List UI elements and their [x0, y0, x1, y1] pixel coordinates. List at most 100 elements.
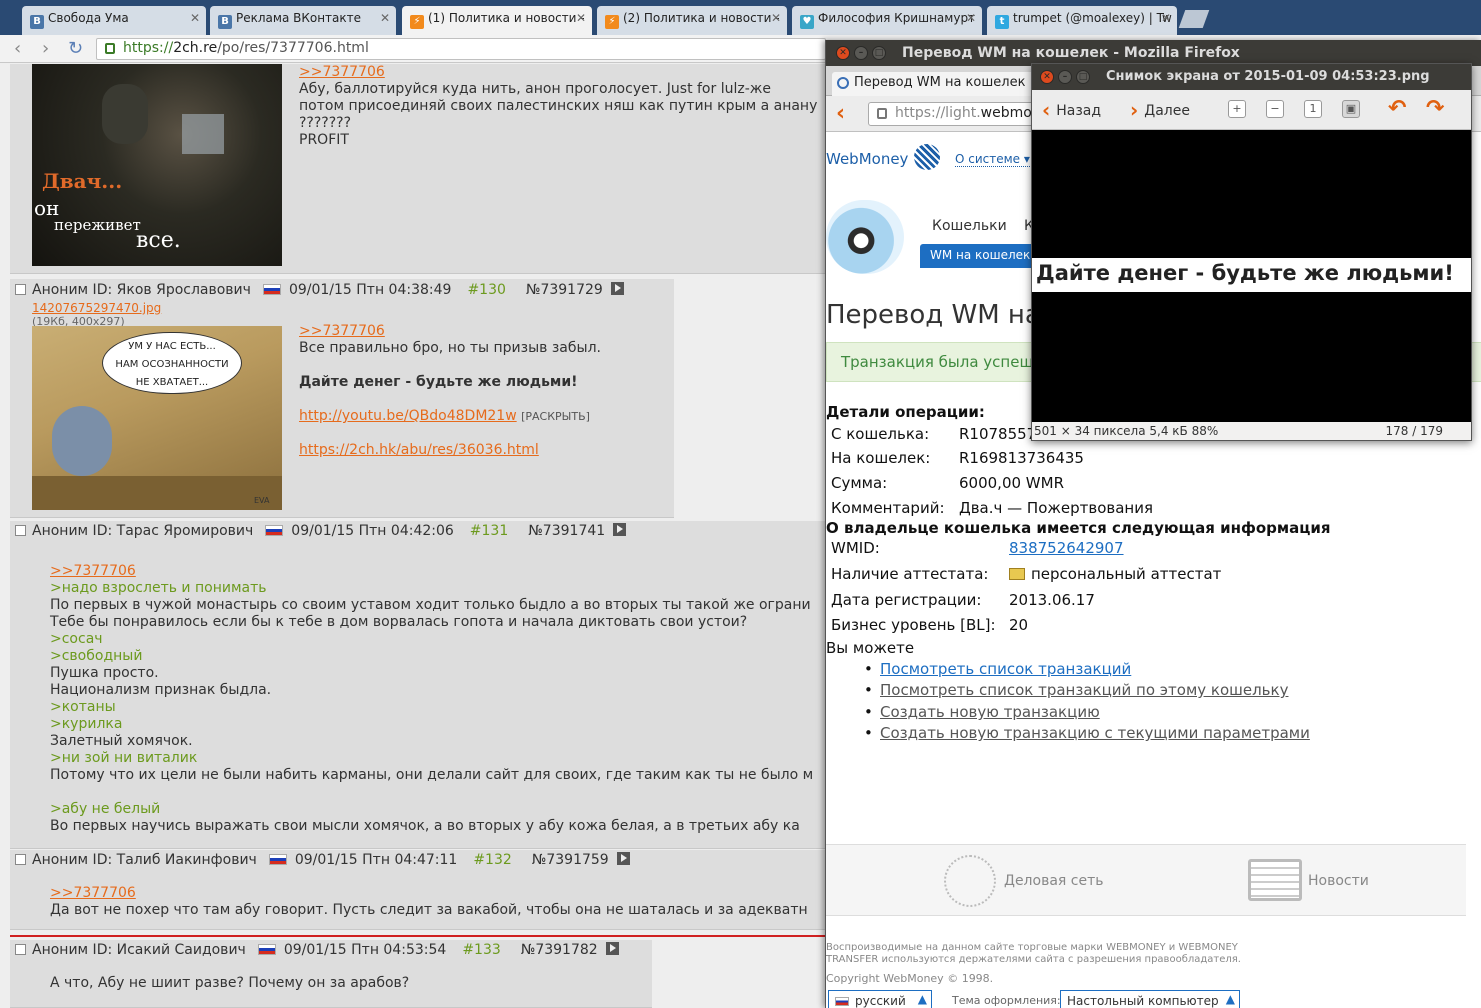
rotate-left-icon[interactable]: ↶	[1388, 96, 1406, 121]
page-title: Перевод WM на	[826, 300, 1041, 330]
tab-close-icon[interactable]: ✕	[576, 11, 586, 25]
post-header: Аноним ID: Талиб Иакинфович 09/01/15 Птн …	[15, 852, 630, 872]
post-select-checkbox[interactable]	[15, 284, 26, 295]
play-icon[interactable]	[605, 942, 619, 955]
chevron-right-icon: ›	[1130, 98, 1139, 122]
reply-link[interactable]: >>7377706	[50, 885, 136, 901]
forward-icon[interactable]: ›	[42, 38, 49, 59]
post-id[interactable]: №7391759	[532, 852, 609, 868]
theme-select[interactable]: Настольный компьютер ▲	[1060, 990, 1240, 1008]
firefox-back-icon[interactable]: ‹	[836, 101, 845, 126]
zoom-out-icon[interactable]: −	[1266, 100, 1284, 118]
thumb-caption: Двач...	[42, 169, 123, 193]
play-icon[interactable]	[613, 523, 627, 536]
post-number[interactable]: #131	[470, 523, 508, 539]
tab-svoboda-uma[interactable]: B Свобода Ума ✕	[22, 6, 206, 35]
greentext-line: >свободный	[50, 648, 143, 664]
file-name-link[interactable]: 14207675297470.jpg	[32, 301, 161, 315]
window-close-icon[interactable]: ✕	[1040, 70, 1054, 84]
post-133: Аноним ID: Исакий Саидович 09/01/15 Птн 0…	[10, 940, 652, 1008]
rotate-right-icon[interactable]: ↷	[1426, 96, 1444, 121]
post-id[interactable]: №7391741	[528, 523, 605, 539]
post-number[interactable]: #130	[467, 282, 505, 298]
russia-flag-icon	[265, 525, 284, 536]
vk-icon: B	[30, 15, 44, 29]
webmoney-logo[interactable]: WebMoney	[826, 150, 908, 168]
normal-size-icon[interactable]: 1	[1304, 100, 1322, 118]
language-select[interactable]: русский ▲	[828, 990, 932, 1008]
reload-icon[interactable]: ↻	[68, 38, 83, 59]
file-info: 14207675297470.jpg (19Кб, 400x297)	[32, 301, 161, 328]
post-image-thumbnail[interactable]: Двач... он переживет все.	[32, 64, 282, 266]
post-id[interactable]: №7391782	[521, 942, 598, 958]
back-icon[interactable]: ‹	[14, 38, 21, 59]
post-image-thumbnail[interactable]: УМ У НАС ЕСТЬ... НАМ ОСОЗНАННОСТИ НЕ ХВА…	[32, 326, 282, 510]
image-viewer-window: ✕ – □ Снимок экрана от 2015-01-09 04:53:…	[1031, 63, 1472, 441]
post-id[interactable]: №7391729	[526, 282, 603, 298]
reply-link[interactable]: >>7377706	[50, 563, 136, 579]
viewer-back-button[interactable]: ‹ Назад	[1042, 98, 1101, 122]
viewer-titlebar: ✕ – □ Снимок экрана от 2015-01-09 04:53:…	[1032, 64, 1471, 90]
owner-info-title: О владельце кошелька имеется следующая и…	[826, 519, 1331, 537]
tab-close-icon[interactable]: ✕	[190, 11, 200, 25]
tab-reklama-vk[interactable]: B Реклама ВКонтакте ✕	[210, 6, 396, 35]
post-number[interactable]: #132	[473, 852, 511, 868]
firefox-tab[interactable]: Перевод WM на кошелек	[832, 72, 1042, 96]
heart-icon: ♥	[800, 15, 814, 29]
tab-politika-1[interactable]: ⚡ (1) Политика и новости - ✕	[402, 6, 592, 35]
details-title: Детали операции:	[826, 403, 985, 421]
tab-close-icon[interactable]: ✕	[380, 11, 390, 25]
window-minimize-icon[interactable]: –	[1058, 70, 1072, 84]
abu-thread-link[interactable]: https://2ch.hk/abu/res/36036.html	[299, 442, 539, 458]
about-system-menu[interactable]: О системе ▾	[955, 152, 1030, 167]
tab-close-icon[interactable]: ✕	[771, 11, 781, 25]
new-tab-button[interactable]	[1178, 10, 1210, 28]
expand-link[interactable]: [РАСКРЫТЬ]	[521, 410, 590, 423]
zoom-in-icon[interactable]: +	[1228, 100, 1246, 118]
tab-close-icon[interactable]: ✕	[966, 11, 976, 25]
reply-link[interactable]: >>7377706	[299, 323, 385, 339]
action-view-wallet-transactions[interactable]: Посмотреть список транзакций по этому ко…	[864, 681, 1288, 699]
play-icon[interactable]	[616, 852, 630, 865]
window-maximize-icon[interactable]: □	[872, 46, 886, 60]
post-body: А что, Абу не шиит разве? Почему он за а…	[50, 975, 410, 991]
action-view-transactions[interactable]: Посмотреть список транзакций	[864, 660, 1131, 678]
cat-figure	[52, 406, 112, 476]
wmid-link[interactable]: 838752642907	[1009, 539, 1124, 557]
tab-krishnamurti[interactable]: ♥ Философия Кришнамурт ✕	[792, 6, 982, 35]
post-select-checkbox[interactable]	[15, 854, 26, 865]
post-text-line: По первых в чужой монастырь со своим уст…	[50, 597, 811, 613]
image-canvas[interactable]: Дайте денег - будьте же людьми!	[1032, 130, 1471, 422]
viewer-forward-button[interactable]: › Далее	[1130, 98, 1190, 122]
window-close-icon[interactable]: ✕	[836, 46, 850, 60]
play-icon[interactable]	[610, 282, 624, 295]
address-bar[interactable]: https://2ch.re/po/res/7377706.html	[96, 38, 826, 60]
post-text-line: Тебе бы понравилось если бы к тебе в дом…	[50, 614, 748, 630]
post-select-checkbox[interactable]	[15, 944, 26, 955]
speech-bubble: УМ У НАС ЕСТЬ... НАМ ОСОЗНАННОСТИ НЕ ХВА…	[102, 332, 242, 394]
footer-services: Деловая сеть Новости	[826, 844, 1466, 916]
owner-row-wmid: WMID: 838752642907	[831, 539, 1124, 557]
post-select-checkbox[interactable]	[15, 525, 26, 536]
nav-wallets[interactable]: Кошельки	[932, 218, 1007, 234]
youtube-link[interactable]: http://youtu.be/QBdo48DM21w	[299, 408, 517, 424]
window-minimize-icon[interactable]: –	[854, 46, 868, 60]
image-index: 178 / 179	[1385, 424, 1443, 438]
tab-close-icon[interactable]: ✕	[1161, 11, 1171, 25]
artist-signature: EVA	[254, 496, 270, 505]
tab-wm-to-wallet[interactable]: WM на кошелек	[920, 244, 1041, 268]
news-link[interactable]: Новости	[1308, 873, 1369, 889]
action-new-transaction[interactable]: Создать новую транзакцию	[864, 703, 1100, 721]
post-body: >>7377706 >надо взрослеть и понимать По …	[50, 563, 813, 835]
post-text-line: Залетный хомячок.	[50, 733, 193, 749]
tab-politika-2[interactable]: ⚡ (2) Политика и новости - ✕	[597, 6, 787, 35]
business-network-link[interactable]: Деловая сеть	[1004, 873, 1103, 889]
action-new-transaction-params[interactable]: Создать новую транзакцию с текущими пара…	[864, 724, 1310, 742]
post-number[interactable]: #133	[462, 942, 500, 958]
tab-twitter[interactable]: t trumpet (@moalexey) | Tw ✕	[987, 6, 1177, 35]
reply-link[interactable]: >>7377706	[299, 64, 385, 80]
russia-flag-icon	[262, 284, 281, 295]
best-fit-icon[interactable]: ▣	[1342, 100, 1360, 118]
window-maximize-icon[interactable]: □	[1076, 70, 1090, 84]
new-posts-divider	[10, 935, 826, 937]
